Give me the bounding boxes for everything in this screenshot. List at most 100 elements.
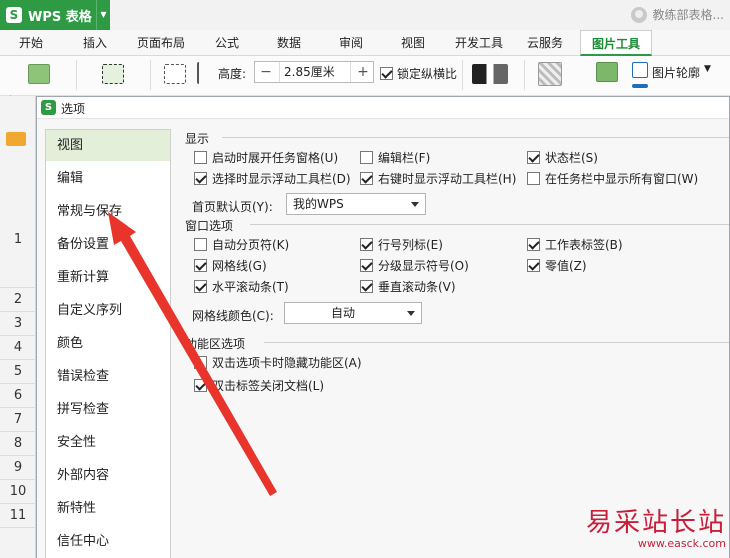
- tab-cloud[interactable]: 云服务: [516, 30, 574, 56]
- insert-picture-icon[interactable]: [28, 64, 50, 84]
- resize-picture-icon[interactable]: [164, 64, 186, 84]
- nav-item-color[interactable]: 颜色: [46, 328, 170, 359]
- option-outline-symbols[interactable]: 分级显示符号(O): [360, 257, 469, 274]
- grid-color-select[interactable]: 自动: [284, 302, 422, 324]
- chevron-down-icon: [407, 311, 415, 316]
- nav-item-custom-lists[interactable]: 自定义序列: [46, 295, 170, 326]
- plus-icon[interactable]: +: [353, 62, 373, 82]
- option-rightclick-toolbar[interactable]: 右键时显示浮动工具栏(H): [360, 170, 516, 187]
- picture-outline-icon[interactable]: [632, 62, 648, 78]
- row-header[interactable]: 7: [0, 408, 36, 432]
- grid-color-value: 自动: [330, 306, 355, 320]
- tab-start[interactable]: 开始: [6, 30, 56, 56]
- option-page-break[interactable]: 自动分页符(K): [194, 236, 289, 253]
- row-header[interactable]: 10: [0, 480, 36, 504]
- option-row-col-headers[interactable]: 行号列标(E): [360, 236, 443, 253]
- grid-color-label: 网格线颜色(C):: [192, 309, 274, 323]
- chevron-down-icon[interactable]: ▼: [704, 64, 711, 74]
- picture-effects-icon[interactable]: [596, 62, 618, 82]
- row-header[interactable]: 1: [0, 192, 36, 288]
- nav-item-spell-check[interactable]: 拼写检查: [46, 394, 170, 425]
- watermark: 易采站长站 www.easck.com: [586, 502, 726, 550]
- dialog-body: 视图 编辑 常规与保存 备份设置 重新计算 自定义序列 颜色 错误检查 拼写检查…: [37, 119, 729, 558]
- checkbox[interactable]: [527, 259, 540, 272]
- tab-insert[interactable]: 插入: [70, 30, 120, 56]
- row-header[interactable]: 6: [0, 384, 36, 408]
- option-formula-bar[interactable]: 编辑栏(F): [360, 149, 430, 166]
- option-label: 双击标签关闭文档(L): [212, 379, 325, 393]
- tab-review[interactable]: 审阅: [326, 30, 376, 56]
- row-header[interactable]: 9: [0, 456, 36, 480]
- caret-down-icon[interactable]: ▼: [96, 0, 110, 30]
- wps-logo-icon: S: [6, 7, 22, 23]
- transparent-color-icon[interactable]: [538, 62, 562, 86]
- nav-item-view[interactable]: 视图: [46, 130, 170, 161]
- checkbox[interactable]: [527, 172, 540, 185]
- nav-item-external[interactable]: 外部内容: [46, 460, 170, 491]
- nav-item-recalc[interactable]: 重新计算: [46, 262, 170, 293]
- row-header[interactable]: 3: [0, 312, 36, 336]
- tab-view[interactable]: 视图: [388, 30, 438, 56]
- section-title-display: 显示: [185, 130, 214, 147]
- tab-formula[interactable]: 公式: [202, 30, 252, 56]
- crop-picture-icon[interactable]: [102, 64, 124, 84]
- row-header[interactable]: 4: [0, 336, 36, 360]
- wps-menu-button[interactable]: S WPS 表格 ▼: [0, 0, 110, 30]
- nav-item-general-save[interactable]: 常规与保存: [46, 196, 170, 227]
- checkbox[interactable]: [194, 238, 207, 251]
- tab-developer[interactable]: 开发工具: [448, 30, 510, 56]
- option-taskpane[interactable]: 启动时展开任务窗格(U): [194, 149, 338, 166]
- checkbox[interactable]: [194, 379, 207, 392]
- option-hscroll[interactable]: 水平滚动条(T): [194, 278, 289, 295]
- option-dblclick-close-doc[interactable]: 双击标签关闭文档(L): [194, 377, 324, 394]
- checkbox[interactable]: [194, 259, 207, 272]
- nav-item-backup[interactable]: 备份设置: [46, 229, 170, 260]
- option-zero-values[interactable]: 零值(Z): [527, 257, 587, 274]
- checkbox[interactable]: [360, 259, 373, 272]
- minus-icon[interactable]: −: [256, 62, 276, 82]
- contrast-icon[interactable]: [472, 64, 508, 84]
- height-input[interactable]: 2.85厘米: [279, 62, 351, 82]
- row-header[interactable]: 8: [0, 432, 36, 456]
- checkbox[interactable]: [360, 172, 373, 185]
- tab-data[interactable]: 数据: [264, 30, 314, 56]
- checkbox[interactable]: [527, 238, 540, 251]
- checkbox[interactable]: [360, 238, 373, 251]
- checkbox[interactable]: [194, 356, 207, 369]
- option-dblclick-hide-ribbon[interactable]: 双击选项卡时隐藏功能区(A): [194, 354, 362, 371]
- option-sheet-tabs[interactable]: 工作表标签(B): [527, 236, 623, 253]
- option-status-bar[interactable]: 状态栏(S): [527, 149, 598, 166]
- home-page-select[interactable]: 我的WPS: [286, 193, 426, 215]
- option-gridlines[interactable]: 网格线(G): [194, 257, 267, 274]
- checkbox[interactable]: [360, 280, 373, 293]
- option-vscroll[interactable]: 垂直滚动条(V): [360, 278, 456, 295]
- option-float-toolbar[interactable]: 选择时显示浮动工具栏(D): [194, 170, 351, 187]
- checkbox[interactable]: [194, 151, 207, 164]
- watermark-text: 易采站长站: [585, 508, 726, 538]
- checkbox[interactable]: [194, 280, 207, 293]
- checkbox[interactable]: [194, 172, 207, 185]
- nav-item-new-features[interactable]: 新特性: [46, 493, 170, 524]
- option-label: 选择时显示浮动工具栏(D): [212, 172, 351, 186]
- checkbox[interactable]: [527, 151, 540, 164]
- row-header[interactable]: 5: [0, 360, 36, 384]
- lock-ratio-option[interactable]: 锁定纵横比: [380, 65, 457, 82]
- user-account[interactable]: 教练部表格...: [630, 6, 724, 23]
- option-label: 双击选项卡时隐藏功能区(A): [212, 356, 362, 370]
- folder-icon[interactable]: [6, 132, 26, 146]
- lock-ratio-checkbox[interactable]: [380, 67, 393, 80]
- nav-item-security[interactable]: 安全性: [46, 427, 170, 458]
- nav-item-trust-center[interactable]: 信任中心: [46, 526, 170, 557]
- picture-outline-label[interactable]: 图片轮廓: [652, 64, 700, 81]
- tab-page-layout[interactable]: 页面布局: [130, 30, 192, 56]
- options-panel: 显示 启动时展开任务窗格(U) 编辑栏(F) 状态栏(S) 选择时显示浮动工具栏…: [178, 129, 729, 558]
- row-header[interactable]: 11: [0, 504, 36, 528]
- checkbox[interactable]: [360, 151, 373, 164]
- height-stepper[interactable]: − 2.85厘米 +: [254, 61, 374, 83]
- dialog-title-bar[interactable]: S 选项: [37, 97, 729, 119]
- row-header[interactable]: 2: [0, 288, 36, 312]
- tab-picture-tools[interactable]: 图片工具: [580, 30, 652, 56]
- nav-item-edit[interactable]: 编辑: [46, 163, 170, 194]
- option-taskbar-windows[interactable]: 在任务栏中显示所有窗口(W): [527, 170, 698, 187]
- nav-item-error-check[interactable]: 错误检查: [46, 361, 170, 392]
